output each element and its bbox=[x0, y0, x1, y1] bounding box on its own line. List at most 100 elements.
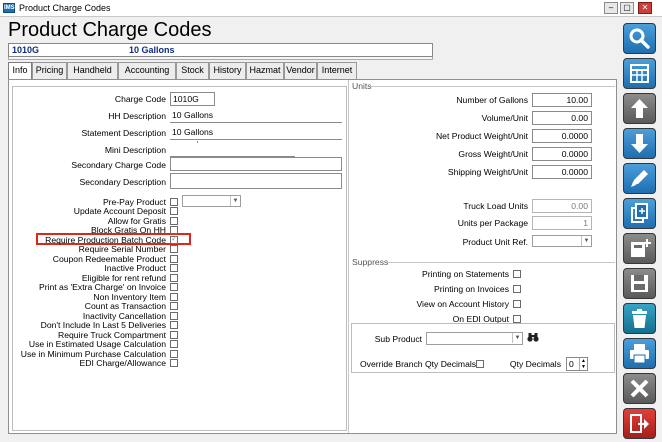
move-down-button[interactable] bbox=[623, 128, 656, 159]
qty-decimals-stepper[interactable]: 0 ▲ ▼ bbox=[566, 357, 588, 371]
flag-checkbox-require-serial-number[interactable] bbox=[170, 245, 178, 253]
prepay-product-checkbox[interactable] bbox=[170, 198, 178, 206]
flag-checkbox-minimum-purchase[interactable] bbox=[170, 349, 178, 358]
pencil-icon bbox=[631, 170, 648, 187]
gross-weight-label: Gross Weight/Unit bbox=[458, 149, 528, 159]
flag-checkbox-update-account-deposit[interactable] bbox=[170, 207, 178, 215]
add-record-icon bbox=[631, 239, 651, 257]
flag-checkbox-edi-charge-allowance[interactable] bbox=[170, 359, 178, 367]
copy-button[interactable] bbox=[623, 198, 656, 229]
tab-info[interactable]: Info bbox=[8, 62, 32, 80]
flag-label: Print as 'Extra Charge' on Invoice bbox=[39, 282, 166, 292]
suppress-statements-checkbox[interactable] bbox=[513, 270, 521, 278]
tab-stock[interactable]: Stock bbox=[176, 62, 209, 79]
delete-button[interactable] bbox=[623, 303, 656, 334]
trash-icon bbox=[632, 309, 647, 328]
flag-label: Inactive Product bbox=[104, 263, 166, 273]
record-code: 1010G bbox=[12, 45, 40, 55]
flag-label: Use in Estimated Usage Calculation bbox=[28, 339, 166, 349]
secondary-charge-code-field[interactable] bbox=[170, 157, 342, 171]
tab-hazmat[interactable]: Hazmat bbox=[246, 62, 284, 79]
flag-checkbox-allow-for-gratis[interactable] bbox=[170, 216, 178, 225]
volume-unit-field[interactable]: 0.00 bbox=[532, 111, 592, 125]
statement-description-label: Statement Description bbox=[81, 128, 166, 138]
sub-product-select[interactable]: ▼ bbox=[426, 332, 523, 345]
edit-button[interactable] bbox=[623, 163, 656, 194]
action-toolbar bbox=[621, 19, 659, 439]
stepper-arrows-icon[interactable]: ▲ ▼ bbox=[579, 358, 587, 370]
shipping-weight-field[interactable]: 0.0000 bbox=[532, 165, 592, 179]
flag-checkbox-eligible-for-rent-refund[interactable] bbox=[170, 273, 178, 282]
info-panel: Charge Code 1010G HH Description 10 Gall… bbox=[8, 79, 617, 434]
secondary-charge-code-label: Secondary Charge Code bbox=[71, 160, 166, 170]
suppress-invoices-label: Printing on Invoices bbox=[434, 284, 509, 294]
suppress-edi-output-checkbox[interactable] bbox=[513, 315, 521, 323]
exit-button[interactable] bbox=[623, 408, 656, 439]
statement-description-field[interactable]: 10 Gallons bbox=[170, 126, 342, 140]
tab-history[interactable]: History bbox=[209, 62, 246, 79]
charge-code-field[interactable]: 1010G bbox=[170, 92, 215, 106]
gross-weight-field[interactable]: 0.0000 bbox=[532, 147, 592, 161]
maximize-button[interactable]: ▢ bbox=[620, 2, 634, 14]
move-up-button[interactable] bbox=[623, 93, 656, 124]
grid-button[interactable] bbox=[623, 58, 656, 89]
search-icon bbox=[629, 28, 650, 49]
chevron-down-icon: ▼ bbox=[230, 196, 240, 206]
prepay-product-select[interactable]: ▼ bbox=[182, 195, 241, 207]
save-icon bbox=[631, 275, 648, 292]
flag-checkbox-inactivity-cancellation[interactable] bbox=[170, 311, 178, 320]
flag-checkbox-coupon-redeemable-product[interactable] bbox=[170, 254, 178, 263]
secondary-description-field[interactable] bbox=[170, 173, 342, 189]
add-record-button[interactable] bbox=[623, 233, 656, 264]
flag-checkbox-dont-include-last-5[interactable] bbox=[170, 321, 178, 329]
print-icon bbox=[630, 344, 649, 364]
units-divider bbox=[370, 86, 615, 87]
flag-label: Non Inventory Item bbox=[93, 291, 166, 302]
tab-internet[interactable]: Internet bbox=[317, 62, 357, 79]
tab-pricing[interactable]: Pricing bbox=[32, 62, 67, 79]
cancel-icon bbox=[630, 379, 649, 398]
product-unit-ref-select[interactable]: ▼ bbox=[532, 235, 592, 247]
flag-checkbox-require-production-batch-code[interactable] bbox=[170, 234, 178, 244]
flag-label: Require Truck Compartment bbox=[58, 329, 166, 340]
binoculars-icon[interactable] bbox=[527, 331, 539, 343]
minimize-button[interactable]: – bbox=[604, 2, 618, 14]
flag-checkbox-estimated-usage[interactable] bbox=[170, 340, 178, 348]
flag-label: Update Account Deposit bbox=[73, 206, 166, 216]
tab-handheld[interactable]: Handheld bbox=[67, 62, 118, 79]
flag-checkbox-count-as-transaction[interactable] bbox=[170, 302, 178, 310]
hh-description-field[interactable]: 10 Gallons bbox=[170, 109, 342, 123]
suppress-account-history-checkbox[interactable] bbox=[513, 300, 521, 308]
cancel-button[interactable] bbox=[623, 373, 656, 404]
override-branch-qty-label: Override Branch Qty Decimals bbox=[360, 359, 477, 369]
save-button[interactable] bbox=[623, 268, 656, 299]
search-button[interactable] bbox=[623, 23, 656, 54]
units-per-package-field[interactable]: 1 bbox=[532, 216, 592, 230]
exit-icon bbox=[630, 414, 649, 433]
window-title: Product Charge Codes bbox=[19, 3, 111, 13]
record-description: 10 Gallons bbox=[129, 45, 175, 55]
suppress-invoices-checkbox[interactable] bbox=[513, 285, 521, 293]
flag-checkbox-print-as-extra-charge[interactable] bbox=[170, 283, 178, 291]
override-branch-qty-checkbox[interactable] bbox=[476, 360, 484, 368]
flag-label: Don't Include In Last 5 Deliveries bbox=[40, 320, 166, 330]
flag-checkbox-inactive-product[interactable] bbox=[170, 264, 178, 272]
flag-label: Require Serial Number bbox=[78, 244, 166, 254]
flag-checkbox-non-inventory-item[interactable] bbox=[170, 292, 178, 301]
flag-checkbox-require-truck-compartment[interactable] bbox=[170, 330, 178, 339]
flag-label: Eligible for rent refund bbox=[81, 272, 166, 283]
flag-label: Inactivity Cancellation bbox=[82, 310, 166, 321]
close-button[interactable]: ✕ bbox=[638, 2, 652, 14]
qty-decimals-label: Qty Decimals bbox=[509, 359, 561, 369]
truck-load-units-field[interactable]: 0.00 bbox=[532, 199, 592, 213]
number-of-gallons-field[interactable]: 10.00 bbox=[532, 93, 592, 107]
truck-load-units-label: Truck Load Units bbox=[463, 201, 528, 211]
charge-code-label: Charge Code bbox=[114, 94, 166, 104]
arrow-up-icon bbox=[631, 99, 648, 118]
page-title: Product Charge Codes bbox=[8, 19, 212, 41]
secondary-charge-code-underline bbox=[170, 143, 295, 157]
tab-vendor[interactable]: Vendor bbox=[284, 62, 317, 79]
tab-accounting[interactable]: Accounting bbox=[118, 62, 176, 79]
print-button[interactable] bbox=[623, 338, 656, 369]
net-weight-field[interactable]: 0.0000 bbox=[532, 129, 592, 143]
